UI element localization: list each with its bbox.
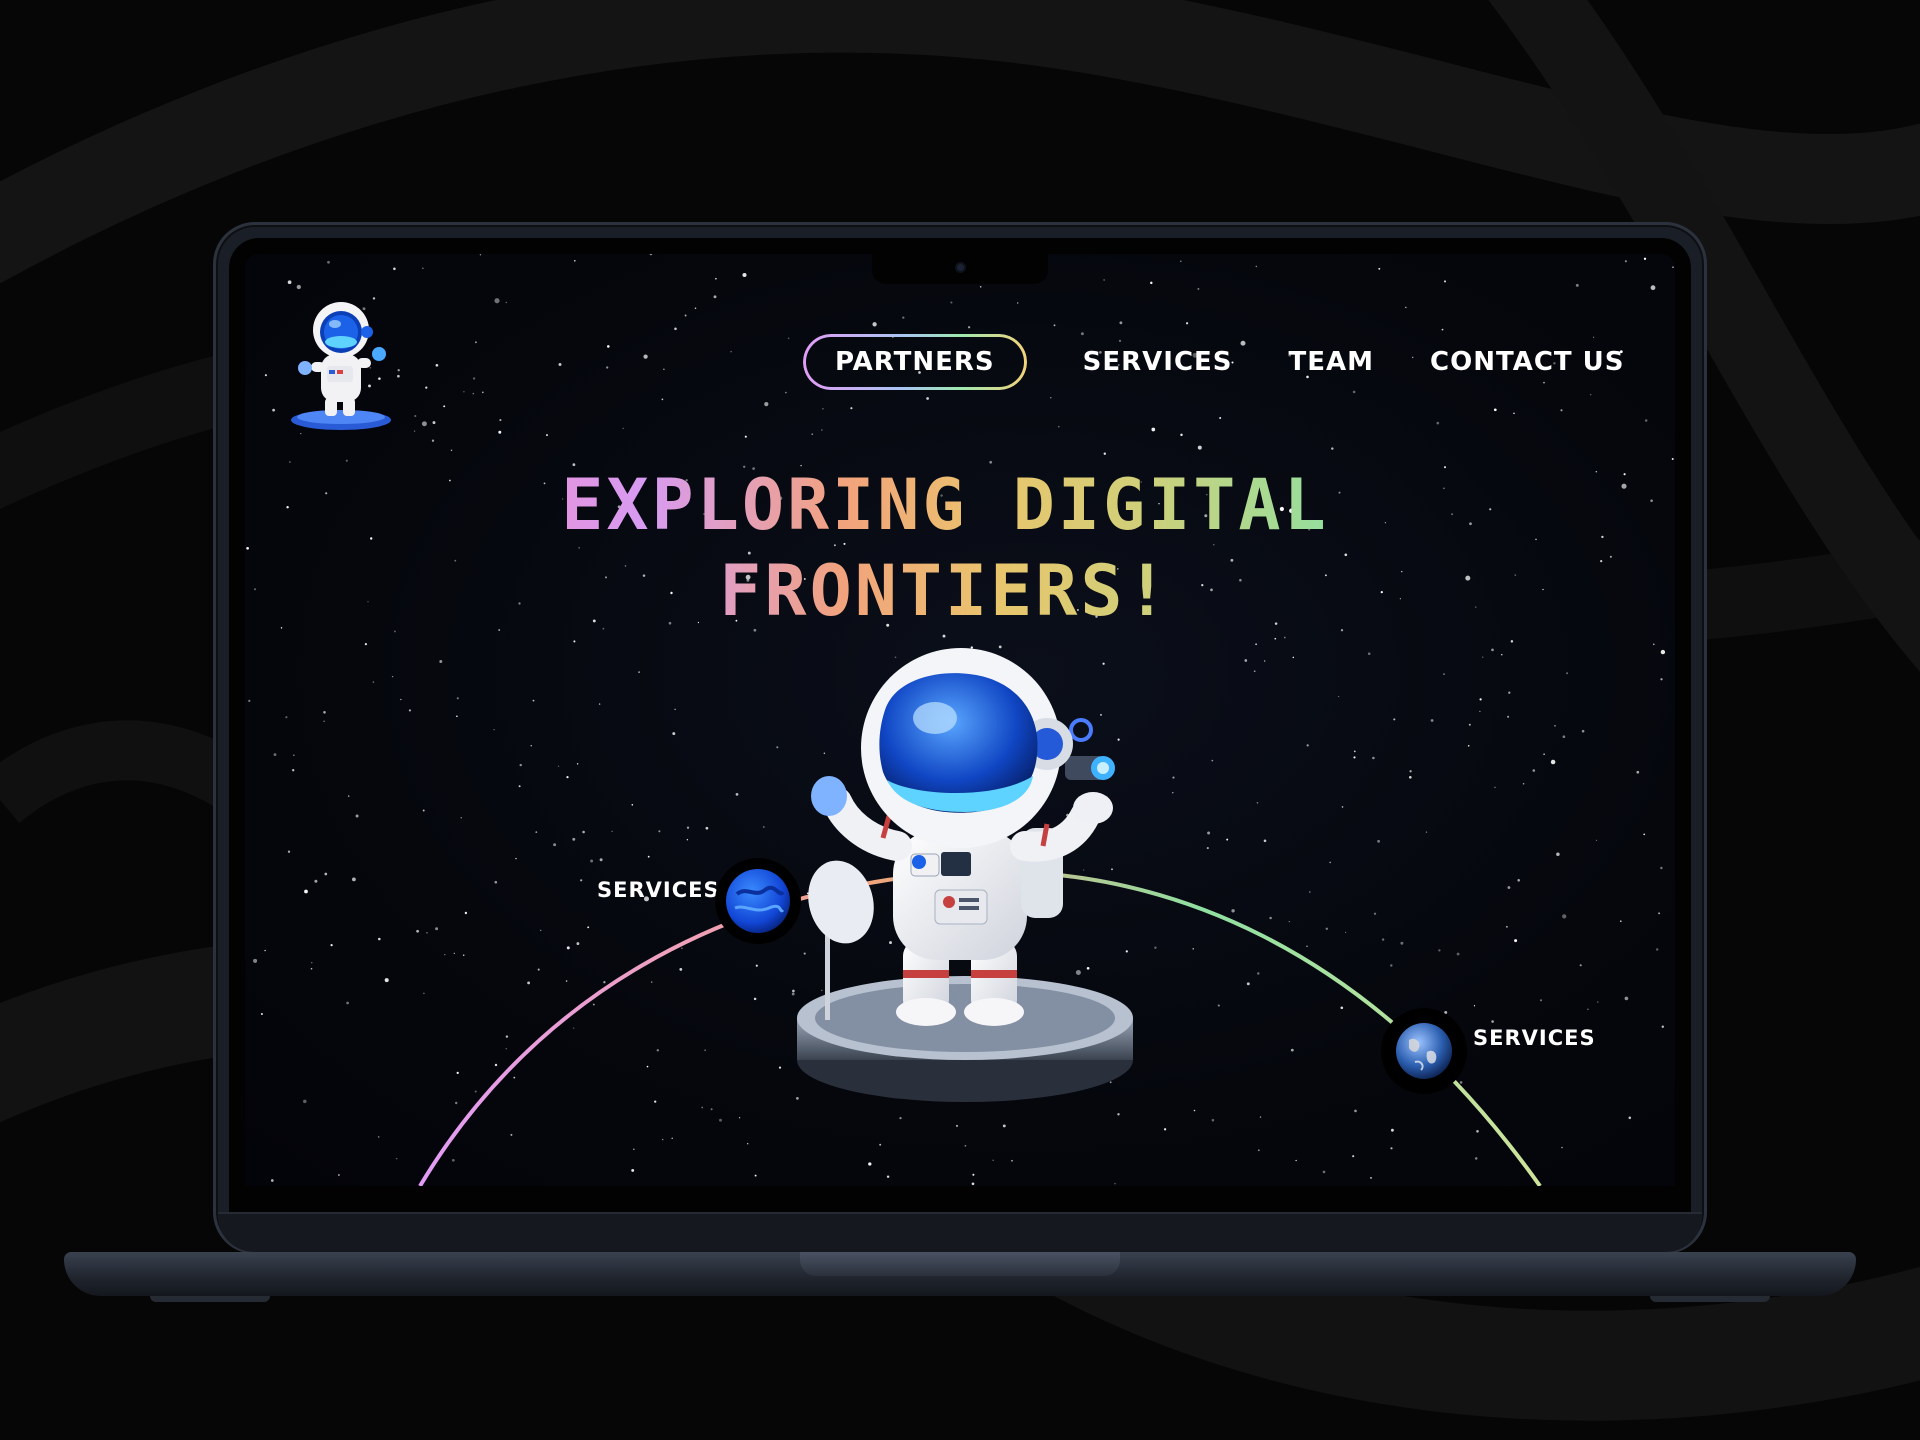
astronaut-illustration xyxy=(797,648,1133,1102)
orbit-node-right[interactable] xyxy=(1381,1008,1467,1094)
laptop-foot-left xyxy=(150,1296,270,1302)
earth-planet-icon xyxy=(1396,1023,1452,1079)
website-screen: PARTNERS SERVICES TEAM CONTACT US EXPLOR… xyxy=(245,254,1675,1186)
orbit-node-left[interactable] xyxy=(715,858,801,944)
laptop-foot-right xyxy=(1650,1296,1770,1302)
orbit-services-label-right[interactable]: SERVICES xyxy=(1473,1026,1596,1050)
orbit-services-label-left[interactable]: SERVICES xyxy=(597,878,720,902)
blue-planet-icon xyxy=(726,869,790,933)
bezel-chin xyxy=(218,1212,1702,1252)
trackpad-groove xyxy=(800,1252,1120,1276)
